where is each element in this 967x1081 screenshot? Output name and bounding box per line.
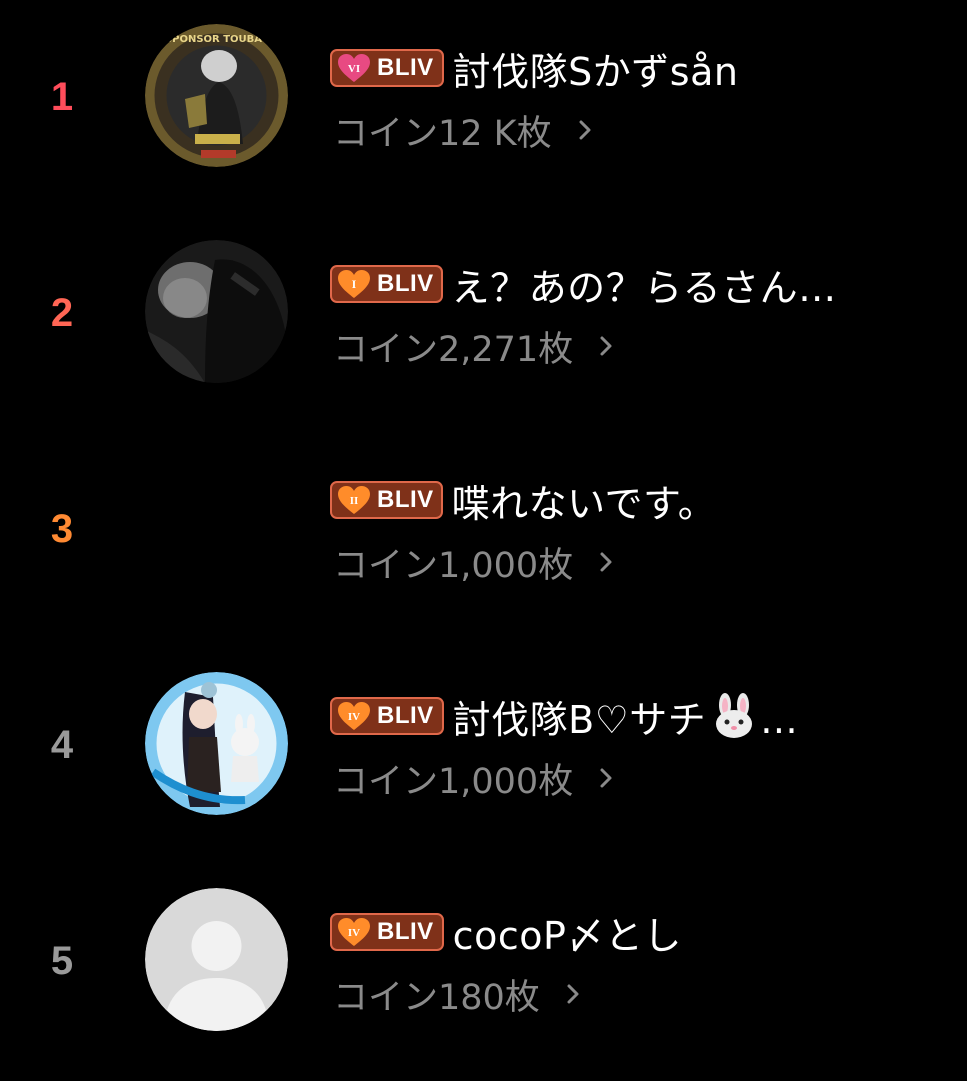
chevron-right-icon (600, 768, 612, 788)
ranking-row-3[interactable]: 3 II BLIV 喋れないです。 コイン1,000枚 (0, 432, 967, 648)
coin-count-link[interactable]: コイン1,000枚 (333, 754, 613, 802)
level-badge: IV BLIV (330, 697, 444, 735)
coin-count-link[interactable]: コイン12 K枚 (333, 106, 592, 154)
svg-text:SPONSOR TOUBAT: SPONSOR TOUBAT (165, 34, 268, 45)
username: 討伐隊B♡サチ ... (453, 689, 798, 744)
username: 討伐隊Sかずsån (452, 49, 739, 94)
coin-count: コイン1,000枚 (333, 761, 574, 802)
heart-level-icon: IV (337, 701, 371, 731)
svg-text:II: II (350, 495, 359, 507)
level-badge: VI BLIV (330, 49, 444, 87)
coin-count: コイン180枚 (333, 977, 540, 1018)
svg-text:VI: VI (348, 63, 360, 75)
level-badge-label: BLIV (377, 486, 434, 513)
level-badge-label: BLIV (377, 702, 434, 729)
level-badge: IV BLIV (330, 913, 444, 951)
coin-count-link[interactable]: コイン180枚 (333, 970, 580, 1018)
rabbit-face-icon (716, 692, 753, 738)
rank-number: 2 (50, 291, 74, 335)
rank-number: 4 (50, 723, 74, 767)
heart-level-icon: II (337, 485, 371, 515)
coin-count: コイン2,271枚 (333, 329, 574, 370)
ranking-row-4[interactable]: 4 IV BLIV 討伐隊B♡サチ ... コイン1,000枚 (0, 648, 967, 864)
rank-number: 3 (50, 507, 74, 551)
heart-level-icon: I (337, 269, 371, 299)
avatar[interactable] (145, 456, 288, 599)
coin-count: コイン12 K枚 (333, 113, 552, 154)
avatar[interactable]: SPONSOR TOUBAT (145, 24, 288, 167)
username: え？あの？らるさん… (451, 265, 837, 310)
chevron-right-icon (600, 336, 612, 356)
level-badge: II BLIV (330, 481, 443, 519)
level-badge-label: BLIV (377, 270, 434, 297)
chevron-right-icon (600, 552, 612, 572)
avatar[interactable] (145, 672, 288, 815)
svg-text:IV: IV (348, 927, 360, 939)
coin-count-link[interactable]: コイン1,000枚 (333, 538, 613, 586)
heart-level-icon: IV (337, 917, 371, 947)
svg-text:IV: IV (348, 711, 360, 723)
coin-count: コイン1,000枚 (333, 545, 574, 586)
chevron-right-icon (579, 120, 591, 140)
level-badge-label: BLIV (377, 54, 434, 81)
svg-text:I: I (352, 277, 357, 291)
ranking-row-1[interactable]: 1 SPONSOR TOUBAT VI BLIV 討伐隊Sかずsån コイン12… (0, 0, 967, 216)
avatar[interactable] (145, 240, 288, 383)
rank-number: 1 (50, 75, 74, 119)
level-badge: I BLIV (330, 265, 443, 303)
ranking-row-5[interactable]: 5 IV BLIV cocoP〆とし コイン180枚 (0, 864, 967, 1080)
rank-number: 5 (50, 939, 74, 983)
default-avatar-icon[interactable] (145, 888, 288, 1031)
username: cocoP〆とし (452, 913, 682, 958)
chevron-right-icon (567, 984, 579, 1004)
heart-level-icon: VI (337, 53, 371, 83)
ranking-row-2[interactable]: 2 I BLIV え？あの？らるさん… コイン2,271枚 (0, 216, 967, 432)
coin-count-link[interactable]: コイン2,271枚 (333, 322, 613, 370)
username: 喋れないです。 (451, 481, 717, 526)
level-badge-label: BLIV (377, 918, 434, 945)
